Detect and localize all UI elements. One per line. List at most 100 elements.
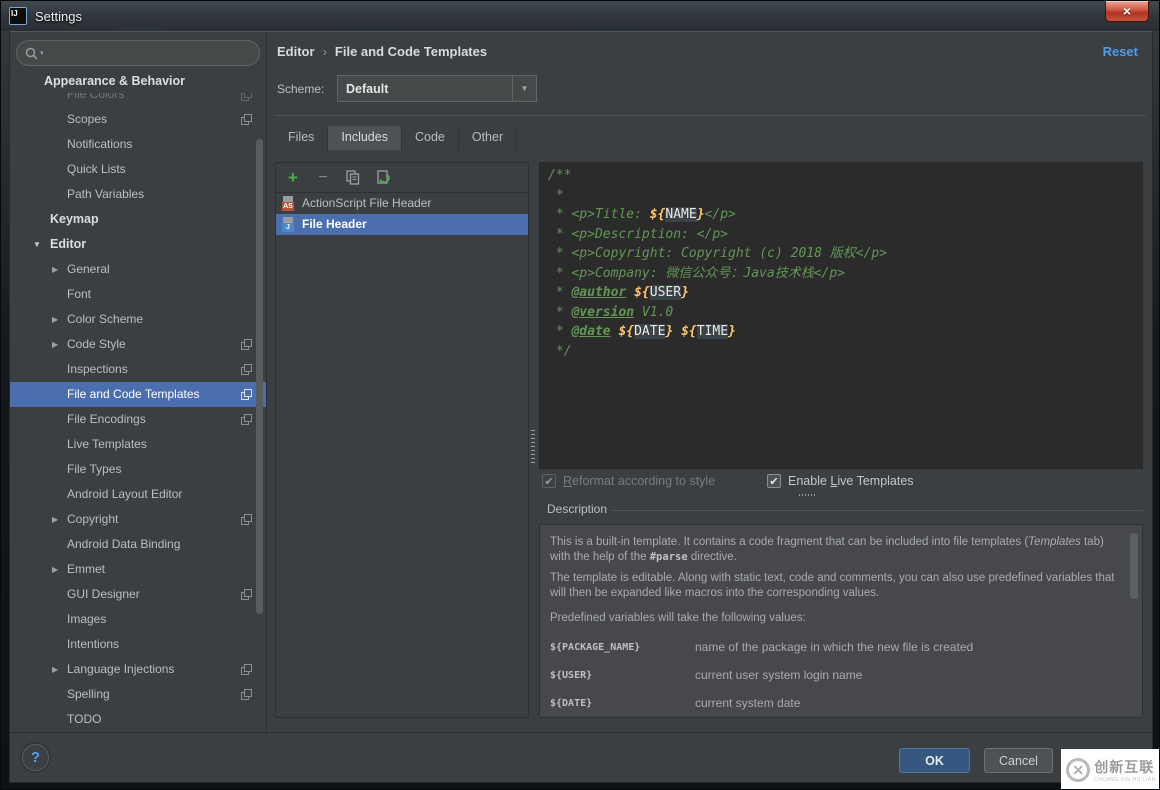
list-item-label: File Header (302, 217, 367, 231)
sidebar-item-label: Font (67, 287, 91, 301)
sidebar-item-path-variables[interactable]: Path Variables (10, 182, 266, 207)
reformat-checkbox-label: Reformat according to style (563, 474, 715, 488)
sidebar-item-font[interactable]: Font (10, 282, 266, 307)
sidebar-item-editor[interactable]: ▼Editor (10, 232, 266, 257)
sidebar-item-images[interactable]: Images (10, 607, 266, 632)
splitter-handle-icon[interactable] (531, 430, 535, 466)
sidebar-item-android-data-binding[interactable]: Android Data Binding (10, 532, 266, 557)
list-item-file-header[interactable]: J File Header (276, 214, 528, 235)
variable-description: current user system login name (695, 668, 1124, 683)
sidebar-scrollbar-thumb[interactable] (256, 139, 263, 614)
scheme-value: Default (338, 82, 512, 96)
sidebar-item-code-style[interactable]: ▶ Code Style (10, 332, 266, 357)
variable-description: current system date (695, 696, 1124, 711)
header-separator (275, 115, 1146, 116)
sidebar-item-file-encodings[interactable]: File Encodings (10, 407, 266, 432)
sidebar-item-file-types[interactable]: File Types (10, 457, 266, 482)
file-template-icon: J (282, 217, 296, 232)
shared-settings-icon (241, 414, 252, 425)
settings-window: IJ Settings × ▾ File Colors Appearance &… (0, 0, 1160, 790)
sidebar-item-label: Intentions (67, 637, 119, 651)
description-section-title: Description (547, 502, 607, 516)
sidebar-item-label: Android Data Binding (67, 537, 180, 551)
variable-name: ${USER} (550, 668, 695, 683)
expand-arrow-icon[interactable]: ▶ (52, 307, 58, 332)
sidebar-item-live-templates[interactable]: Live Templates (10, 432, 266, 457)
expand-arrow-icon[interactable]: ▶ (52, 257, 58, 282)
expand-arrow-icon[interactable]: ▶ (52, 557, 58, 582)
search-options-arrow-icon[interactable]: ▾ (40, 49, 44, 57)
expand-arrow-icon[interactable]: ▶ (52, 507, 58, 532)
shared-settings-icon (241, 689, 252, 700)
sidebar-item-intentions[interactable]: Intentions (10, 632, 266, 657)
list-toolbar: + − (276, 163, 528, 193)
tab-includes[interactable]: Includes (328, 126, 401, 150)
help-button[interactable]: ? (22, 744, 49, 771)
breadcrumb: Editor›File and Code Templates (277, 44, 487, 59)
chevron-down-icon[interactable]: ▼ (512, 76, 536, 101)
watermark-text-cn: 创新互联 (1094, 757, 1156, 777)
settings-dialog: ▾ File Colors Appearance & Behavior Scop… (9, 31, 1153, 783)
sidebar-item-general[interactable]: ▶General (10, 257, 266, 282)
description-paragraph: The template is editable. Along with sta… (550, 571, 1124, 601)
sidebar-item-scopes[interactable]: Scopes (10, 107, 266, 132)
sidebar-item-inspections[interactable]: Inspections (10, 357, 266, 382)
sidebar-item-language-injections[interactable]: ▶Language Injections (10, 657, 266, 682)
sidebar-item-label: Code Style (67, 337, 126, 351)
tab-other[interactable]: Other (459, 126, 516, 150)
expand-arrow-icon[interactable]: ▶ (52, 657, 58, 682)
code-line: * <p>Title: ${NAME}</p> (548, 205, 1142, 225)
list-item-actionscript-file-header[interactable]: ASActionScript File Header (276, 193, 528, 214)
sidebar-item-file-and-code-templates[interactable]: File and Code Templates (10, 382, 266, 407)
remove-icon[interactable]: − (314, 169, 332, 187)
tab-code[interactable]: Code (402, 126, 458, 150)
revert-icon[interactable] (374, 169, 392, 187)
code-line: * <p>Description: </p> (548, 225, 1142, 245)
description-scrollbar-thumb[interactable] (1130, 533, 1138, 599)
sidebar-item-gui-designer[interactable]: GUI Designer (10, 582, 266, 607)
titlebar[interactable]: IJ Settings × (1, 1, 1159, 31)
sidebar-item-emmet[interactable]: ▶Emmet (10, 557, 266, 582)
reformat-checkbox[interactable]: ✔ (542, 474, 556, 488)
copy-icon[interactable] (344, 169, 362, 187)
reformat-checkbox-row: ✔ Reformat according to style (542, 474, 715, 488)
sidebar-group-appearance-behavior[interactable]: Appearance & Behavior (10, 68, 266, 93)
sidebar-item-keymap[interactable]: Keymap (10, 207, 266, 232)
ok-button[interactable]: OK (899, 748, 970, 773)
scheme-label: Scheme: (277, 82, 324, 96)
collapse-arrow-icon[interactable]: ▼ (33, 232, 41, 257)
shared-settings-icon (241, 514, 252, 525)
footer-separator (10, 732, 1152, 733)
close-button[interactable]: × (1105, 1, 1149, 22)
sidebar-item-label: Color Scheme (67, 312, 143, 326)
sidebar-item-label: Notifications (67, 137, 132, 151)
search-input[interactable] (49, 46, 251, 60)
sidebar-item-todo[interactable]: TODO (10, 707, 266, 732)
scheme-dropdown[interactable]: Default ▼ (337, 75, 537, 102)
cancel-button[interactable]: Cancel (984, 748, 1053, 773)
live-templates-checkbox-label: Enable Live Templates (788, 474, 914, 488)
reset-link[interactable]: Reset (1103, 44, 1138, 59)
settings-tree: File Colors Appearance & Behavior Scopes… (10, 68, 266, 732)
description-paragraph: This is a built-in template. It contains… (550, 535, 1124, 565)
sidebar-item-android-layout-editor[interactable]: Android Layout Editor (10, 482, 266, 507)
sidebar-item-notifications[interactable]: Notifications (10, 132, 266, 157)
live-templates-checkbox-row: ✔ Enable Live Templates (767, 474, 914, 488)
live-templates-checkbox[interactable]: ✔ (767, 474, 781, 488)
add-icon[interactable]: + (284, 169, 302, 187)
code-line: * @date ${DATE} ${TIME} (548, 322, 1142, 342)
variable-name: ${PACKAGE_NAME} (550, 640, 695, 655)
sidebar-item-copyright[interactable]: ▶Copyright (10, 507, 266, 532)
breadcrumb-editor[interactable]: Editor (277, 44, 315, 59)
code-line: * @version V1.0 (548, 303, 1142, 323)
sidebar-divider (266, 32, 267, 732)
sidebar-item-color-scheme[interactable]: ▶ Color Scheme (10, 307, 266, 332)
tab-files[interactable]: Files (275, 126, 327, 150)
sidebar-item-quick-lists[interactable]: Quick Lists (10, 157, 266, 182)
settings-search-box[interactable]: ▾ (16, 40, 260, 66)
sidebar-item-spelling[interactable]: Spelling (10, 682, 266, 707)
template-editor[interactable]: /** * * <p>Title: ${NAME}</p> * <p>Descr… (539, 162, 1143, 469)
sidebar-item-label: Android Layout Editor (67, 487, 182, 501)
code-line: /** (548, 166, 1142, 186)
expand-arrow-icon[interactable]: ▶ (52, 332, 58, 357)
